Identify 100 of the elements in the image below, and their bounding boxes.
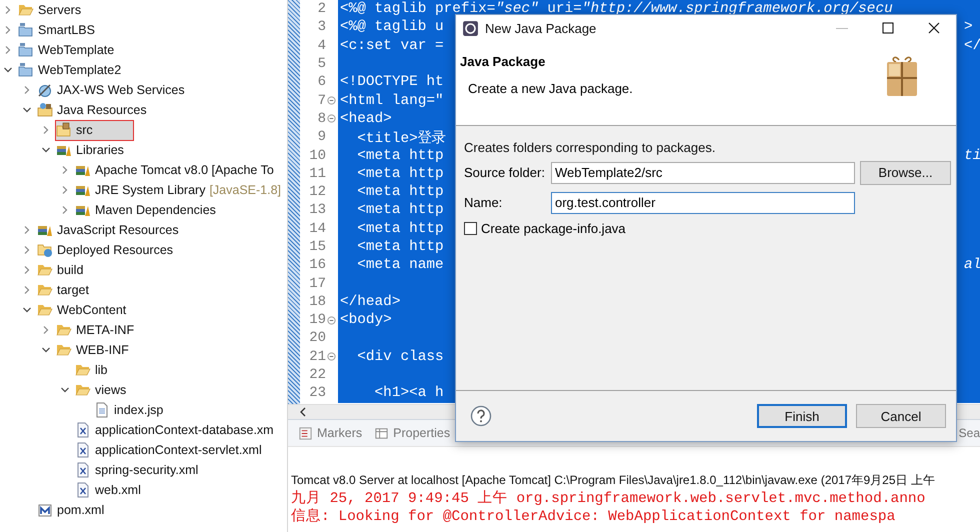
tree-item[interactable]: Deployed Resources: [37, 240, 178, 260]
tree-item[interactable]: Java Resources: [37, 100, 151, 120]
expand-caret-icon[interactable]: [41, 325, 51, 335]
expand-caret-icon[interactable]: [22, 285, 32, 295]
checkbox[interactable]: [464, 222, 477, 235]
tree-item[interactable]: target: [37, 280, 93, 300]
tree-item[interactable]: applicationContext-database.xm: [75, 420, 278, 440]
collapse-caret-icon[interactable]: [22, 105, 32, 115]
tree-item[interactable]: META-INF: [56, 320, 138, 340]
line-number: 4: [316, 38, 326, 54]
collapse-caret-icon[interactable]: [3, 65, 13, 75]
collapse-caret-icon[interactable]: [41, 345, 51, 355]
tree-item[interactable]: pom.xml: [37, 500, 108, 520]
tree-item[interactable]: index.jsp: [94, 400, 168, 420]
line-number: 22: [308, 367, 326, 384]
line-number: 20: [308, 330, 326, 346]
folder-icon: [37, 262, 53, 278]
tree-item[interactable]: WebContent: [37, 300, 130, 320]
tree-item[interactable]: spring-security.xml: [75, 460, 202, 480]
dialog-button[interactable]: Cancel: [856, 404, 946, 428]
tree-item[interactable]: WebTemplate: [18, 40, 118, 60]
folder-icon: [75, 382, 91, 398]
panel-tab[interactable]: Markers: [292, 424, 368, 442]
line-number: 10: [308, 148, 326, 164]
input-field[interactable]: WebTemplate2/src: [551, 162, 855, 184]
code-text: <meta http: [356, 184, 444, 200]
close-icon[interactable]: [928, 22, 940, 34]
line-number: 6: [316, 74, 326, 90]
tree-item[interactable]: WebTemplate2: [18, 60, 126, 80]
tree-item[interactable]: Apache Tomcat v8.0 [Apache To: [75, 160, 278, 180]
browse-button[interactable]: Browse...: [860, 160, 951, 184]
folder-icon: [56, 342, 72, 358]
code-text: <%@ taglib u: [340, 19, 444, 36]
line-number: 2: [316, 1, 326, 18]
line-number: 8: [316, 110, 326, 127]
project-folder-icon: [18, 22, 34, 38]
tree-item[interactable]: Servers: [18, 0, 86, 20]
code-text: >: [964, 19, 974, 36]
line-number: 21: [308, 348, 326, 365]
line-number: 7: [316, 92, 326, 109]
globe-icon: [37, 82, 53, 98]
fold-toggle-icon[interactable]: [327, 352, 336, 362]
collapse-caret-icon[interactable]: [41, 145, 51, 155]
expand-caret-icon[interactable]: [60, 185, 70, 195]
code-text: <html lang=": [340, 92, 444, 109]
panel-tab[interactable]: Properties: [368, 424, 456, 442]
tree-item[interactable]: Maven Dependencies: [75, 200, 220, 220]
tree-item[interactable]: JavaScript Resources: [37, 220, 183, 240]
checkbox-label: Create package-info.java: [481, 221, 626, 236]
expand-caret-icon[interactable]: [22, 245, 32, 255]
code-text: <meta http: [356, 148, 444, 164]
tree-item[interactable]: Libraries: [56, 140, 128, 160]
line-number: 5: [316, 56, 326, 72]
tree-item[interactable]: JAX-WS Web Services: [37, 80, 189, 100]
expand-caret-icon[interactable]: [22, 85, 32, 95]
field-label: Source folder:: [464, 165, 546, 180]
page-description: Create a new Java package.: [468, 81, 634, 96]
expand-caret-icon[interactable]: [3, 25, 13, 35]
collapse-caret-icon[interactable]: [22, 305, 32, 315]
folder-icon: [18, 2, 34, 18]
console-line: 九月 25, 2017 9:49:45 上午 org.springframework.web.servlet.mvc.method.anno: [291, 490, 926, 508]
expand-caret-icon[interactable]: [41, 125, 51, 135]
expand-caret-icon[interactable]: [3, 45, 13, 55]
instruction-text: Creates folders corresponding to packages.: [464, 140, 716, 155]
panel-tab[interactable]: Sea: [958, 424, 980, 442]
code-text: <title>登录: [356, 130, 446, 147]
expand-caret-icon[interactable]: [22, 265, 32, 275]
expand-caret-icon[interactable]: [22, 225, 32, 235]
tree-item[interactable]: web.xml: [75, 480, 145, 500]
tree-item[interactable]: lib: [75, 360, 112, 380]
folder-icon: [75, 362, 91, 378]
expand-caret-icon[interactable]: [3, 5, 13, 15]
tree-item[interactable]: src: [56, 120, 133, 140]
dialog-button[interactable]: Finish: [757, 404, 847, 428]
collapse-caret-icon[interactable]: [60, 385, 70, 395]
fold-toggle-icon[interactable]: [327, 114, 336, 124]
code-text: <meta name: [356, 257, 444, 274]
properties-icon: [374, 426, 390, 440]
fold-toggle-icon[interactable]: [327, 96, 336, 106]
package-folder-icon: [37, 102, 53, 118]
line-number: 16: [308, 257, 326, 274]
project-folder-icon: [18, 62, 34, 78]
tree-item[interactable]: SmartLBS: [18, 20, 99, 40]
input-field[interactable]: org.test.controller: [551, 192, 855, 214]
folder-icon: [37, 282, 53, 298]
tree-item[interactable]: applicationContext-servlet.xml: [75, 440, 266, 460]
tree-item[interactable]: WEB-INF: [56, 340, 133, 360]
fold-toggle-icon[interactable]: [327, 316, 336, 325]
code-text: ti: [964, 148, 980, 164]
expand-caret-icon[interactable]: [60, 205, 70, 215]
expand-caret-icon[interactable]: [60, 165, 70, 175]
line-number: 18: [308, 294, 326, 310]
line-number: 13: [308, 202, 326, 218]
tree-item[interactable]: JRE System Library [JavaSE-1.8]: [75, 180, 286, 200]
scroll-left-icon[interactable]: [300, 407, 306, 417]
tree-item[interactable]: views: [75, 380, 130, 400]
tree-item[interactable]: build: [37, 260, 88, 280]
help-icon[interactable]: [470, 405, 492, 427]
maximize-icon[interactable]: [882, 22, 894, 34]
code-text: <h1><a h: [374, 385, 444, 402]
